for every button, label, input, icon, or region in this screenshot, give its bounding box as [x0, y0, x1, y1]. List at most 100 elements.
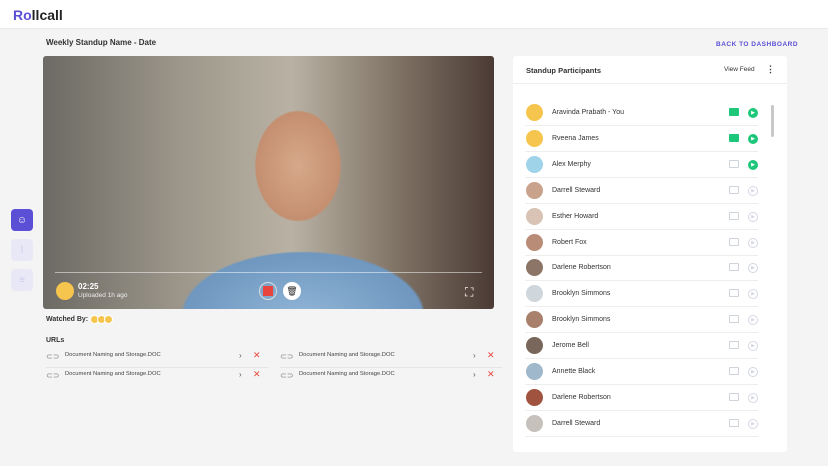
- participant-avatar: [526, 311, 543, 329]
- play-icon[interactable]: ▶: [748, 211, 758, 222]
- participant-name: Darlene Robertson: [552, 264, 611, 272]
- play-icon[interactable]: ▶: [748, 367, 758, 377]
- remove-icon[interactable]: ✕: [487, 350, 495, 361]
- participant-name: Robert Fox: [552, 238, 587, 246]
- participant-name: Darlene Robertson: [552, 393, 611, 401]
- folder-icon[interactable]: [729, 392, 739, 401]
- chevron-right-icon[interactable]: ›: [239, 351, 242, 360]
- play-icon[interactable]: ▶: [748, 341, 758, 352]
- participant-row[interactable]: Alex Merphy ▶: [525, 152, 758, 178]
- trash-icon: 🗑: [286, 285, 298, 296]
- stop-icon: [263, 286, 273, 296]
- participant-row[interactable]: Esther Howard ▶: [525, 204, 758, 230]
- chat-nav-icon[interactable]: ☺: [11, 209, 33, 231]
- participant-row[interactable]: Darrell Steward ▶: [525, 411, 758, 437]
- link-icon: ⊂⊃: [280, 371, 294, 380]
- folder-icon[interactable]: [729, 159, 739, 168]
- uploader-avatar: [56, 282, 74, 300]
- folder-icon[interactable]: [729, 315, 739, 324]
- chevron-right-icon[interactable]: ›: [239, 370, 242, 379]
- top-bar: Rollcall: [0, 0, 828, 29]
- link-icon: ⊂⊃: [46, 352, 60, 361]
- play-icon[interactable]: ▶: [748, 237, 758, 248]
- list-nav-icon[interactable]: ≡: [11, 269, 33, 291]
- video-progress-bar[interactable]: [55, 272, 482, 273]
- participant-avatar: [526, 285, 543, 303]
- participant-name: Annette Black: [552, 368, 596, 375]
- folder-icon[interactable]: [729, 237, 739, 246]
- url-item[interactable]: ⊂⊃ Document Naming and Storage.DOC › ✕: [280, 368, 502, 387]
- play-icon[interactable]: ▶: [748, 418, 758, 429]
- participant-row[interactable]: Brooklyn Simmons ▶: [525, 281, 758, 308]
- participant-name: Rveena James: [552, 134, 599, 142]
- folder-icon[interactable]: [729, 211, 739, 220]
- fullscreen-icon[interactable]: ⛶: [465, 285, 473, 300]
- upload-time: Uploaded 1h ago: [78, 292, 128, 299]
- folder-icon[interactable]: [729, 289, 739, 298]
- panel-header: Standup Participants View Feed ⋮: [513, 56, 787, 84]
- scrollbar[interactable]: [771, 105, 774, 137]
- participant-row[interactable]: Darlene Robertson ▶: [525, 255, 758, 282]
- folder-icon[interactable]: [729, 133, 739, 142]
- participant-name: Darrell Steward: [552, 186, 601, 194]
- url-item[interactable]: ⊂⊃ Document Naming and Storage.DOC › ✕: [46, 349, 268, 368]
- link-icon: ⊂⊃: [280, 352, 294, 361]
- participant-avatar: [526, 155, 543, 173]
- video-player[interactable]: 02:25 Uploaded 1h ago 🗑 ⛶: [43, 56, 494, 309]
- participant-row[interactable]: Darrell Steward ▶: [525, 178, 758, 204]
- participant-avatar: [526, 233, 543, 251]
- remove-icon[interactable]: ✕: [253, 350, 261, 361]
- view-feed-button[interactable]: View Feed: [724, 66, 755, 73]
- participant-name: Aravinda Prabath - You: [552, 109, 624, 116]
- participant-name: Esther Howard: [552, 212, 599, 220]
- chevron-right-icon[interactable]: ›: [473, 351, 476, 360]
- play-icon[interactable]: ▶: [748, 185, 758, 196]
- participant-avatar: [526, 207, 543, 225]
- folder-icon[interactable]: [729, 418, 739, 427]
- url-item[interactable]: ⊂⊃ Document Naming and Storage.DOC › ✕: [280, 349, 502, 368]
- participant-name: Brooklyn Simmons: [552, 290, 611, 298]
- panel-title: Standup Participants: [526, 66, 602, 75]
- participant-avatar: [526, 181, 543, 199]
- urls-heading: URLs: [46, 337, 65, 344]
- folder-icon[interactable]: [729, 185, 739, 194]
- participant-avatar: [526, 129, 543, 147]
- folder-icon[interactable]: [729, 367, 739, 375]
- participants-panel: Standup Participants View Feed ⋮ Aravind…: [513, 56, 787, 452]
- video-time: 02:25: [78, 282, 99, 291]
- logo[interactable]: Rollcall: [13, 7, 63, 23]
- participant-avatar: [526, 363, 543, 380]
- back-to-dashboard-link[interactable]: BACK TO DASHBOARD: [716, 41, 798, 48]
- participant-row[interactable]: Brooklyn Simmons ▶: [525, 307, 758, 334]
- participant-row[interactable]: Darlene Robertson ▶: [525, 385, 758, 411]
- participant-row[interactable]: Aravinda Prabath - You ▶: [525, 100, 758, 126]
- play-icon[interactable]: ▶: [748, 133, 758, 144]
- play-icon[interactable]: ▶: [748, 392, 758, 403]
- chevron-right-icon[interactable]: ›: [473, 370, 476, 379]
- play-icon[interactable]: ▶: [748, 159, 758, 170]
- participant-row[interactable]: Annette Black ▶: [525, 359, 758, 385]
- participant-row[interactable]: Robert Fox ▶: [525, 230, 758, 256]
- link-icon: ⊂⊃: [46, 371, 60, 380]
- participant-row[interactable]: Rveena James ▶: [525, 126, 758, 152]
- play-icon[interactable]: ▶: [748, 315, 758, 326]
- folder-icon[interactable]: [729, 263, 739, 272]
- participant-avatar: [526, 104, 543, 121]
- folder-icon[interactable]: [729, 108, 739, 116]
- play-icon[interactable]: ▶: [748, 289, 758, 300]
- attachment-nav-icon[interactable]: ⌇: [11, 239, 33, 261]
- play-icon[interactable]: ▶: [748, 263, 758, 274]
- viewer-avatar: [104, 315, 113, 324]
- stop-button[interactable]: [259, 282, 277, 300]
- participant-row[interactable]: Jerome Bell ▶: [525, 333, 758, 360]
- participant-avatar: [526, 414, 543, 432]
- participant-name: Darrell Steward: [552, 419, 601, 427]
- participant-name: Brooklyn Simmons: [552, 316, 611, 324]
- more-options-icon[interactable]: ⋮: [766, 64, 775, 75]
- play-icon[interactable]: ▶: [748, 108, 758, 118]
- url-item[interactable]: ⊂⊃ Document Naming and Storage.DOC › ✕: [46, 368, 268, 387]
- remove-icon[interactable]: ✕: [487, 369, 495, 380]
- delete-button[interactable]: 🗑: [283, 282, 301, 300]
- remove-icon[interactable]: ✕: [253, 369, 261, 380]
- folder-icon[interactable]: [729, 341, 739, 350]
